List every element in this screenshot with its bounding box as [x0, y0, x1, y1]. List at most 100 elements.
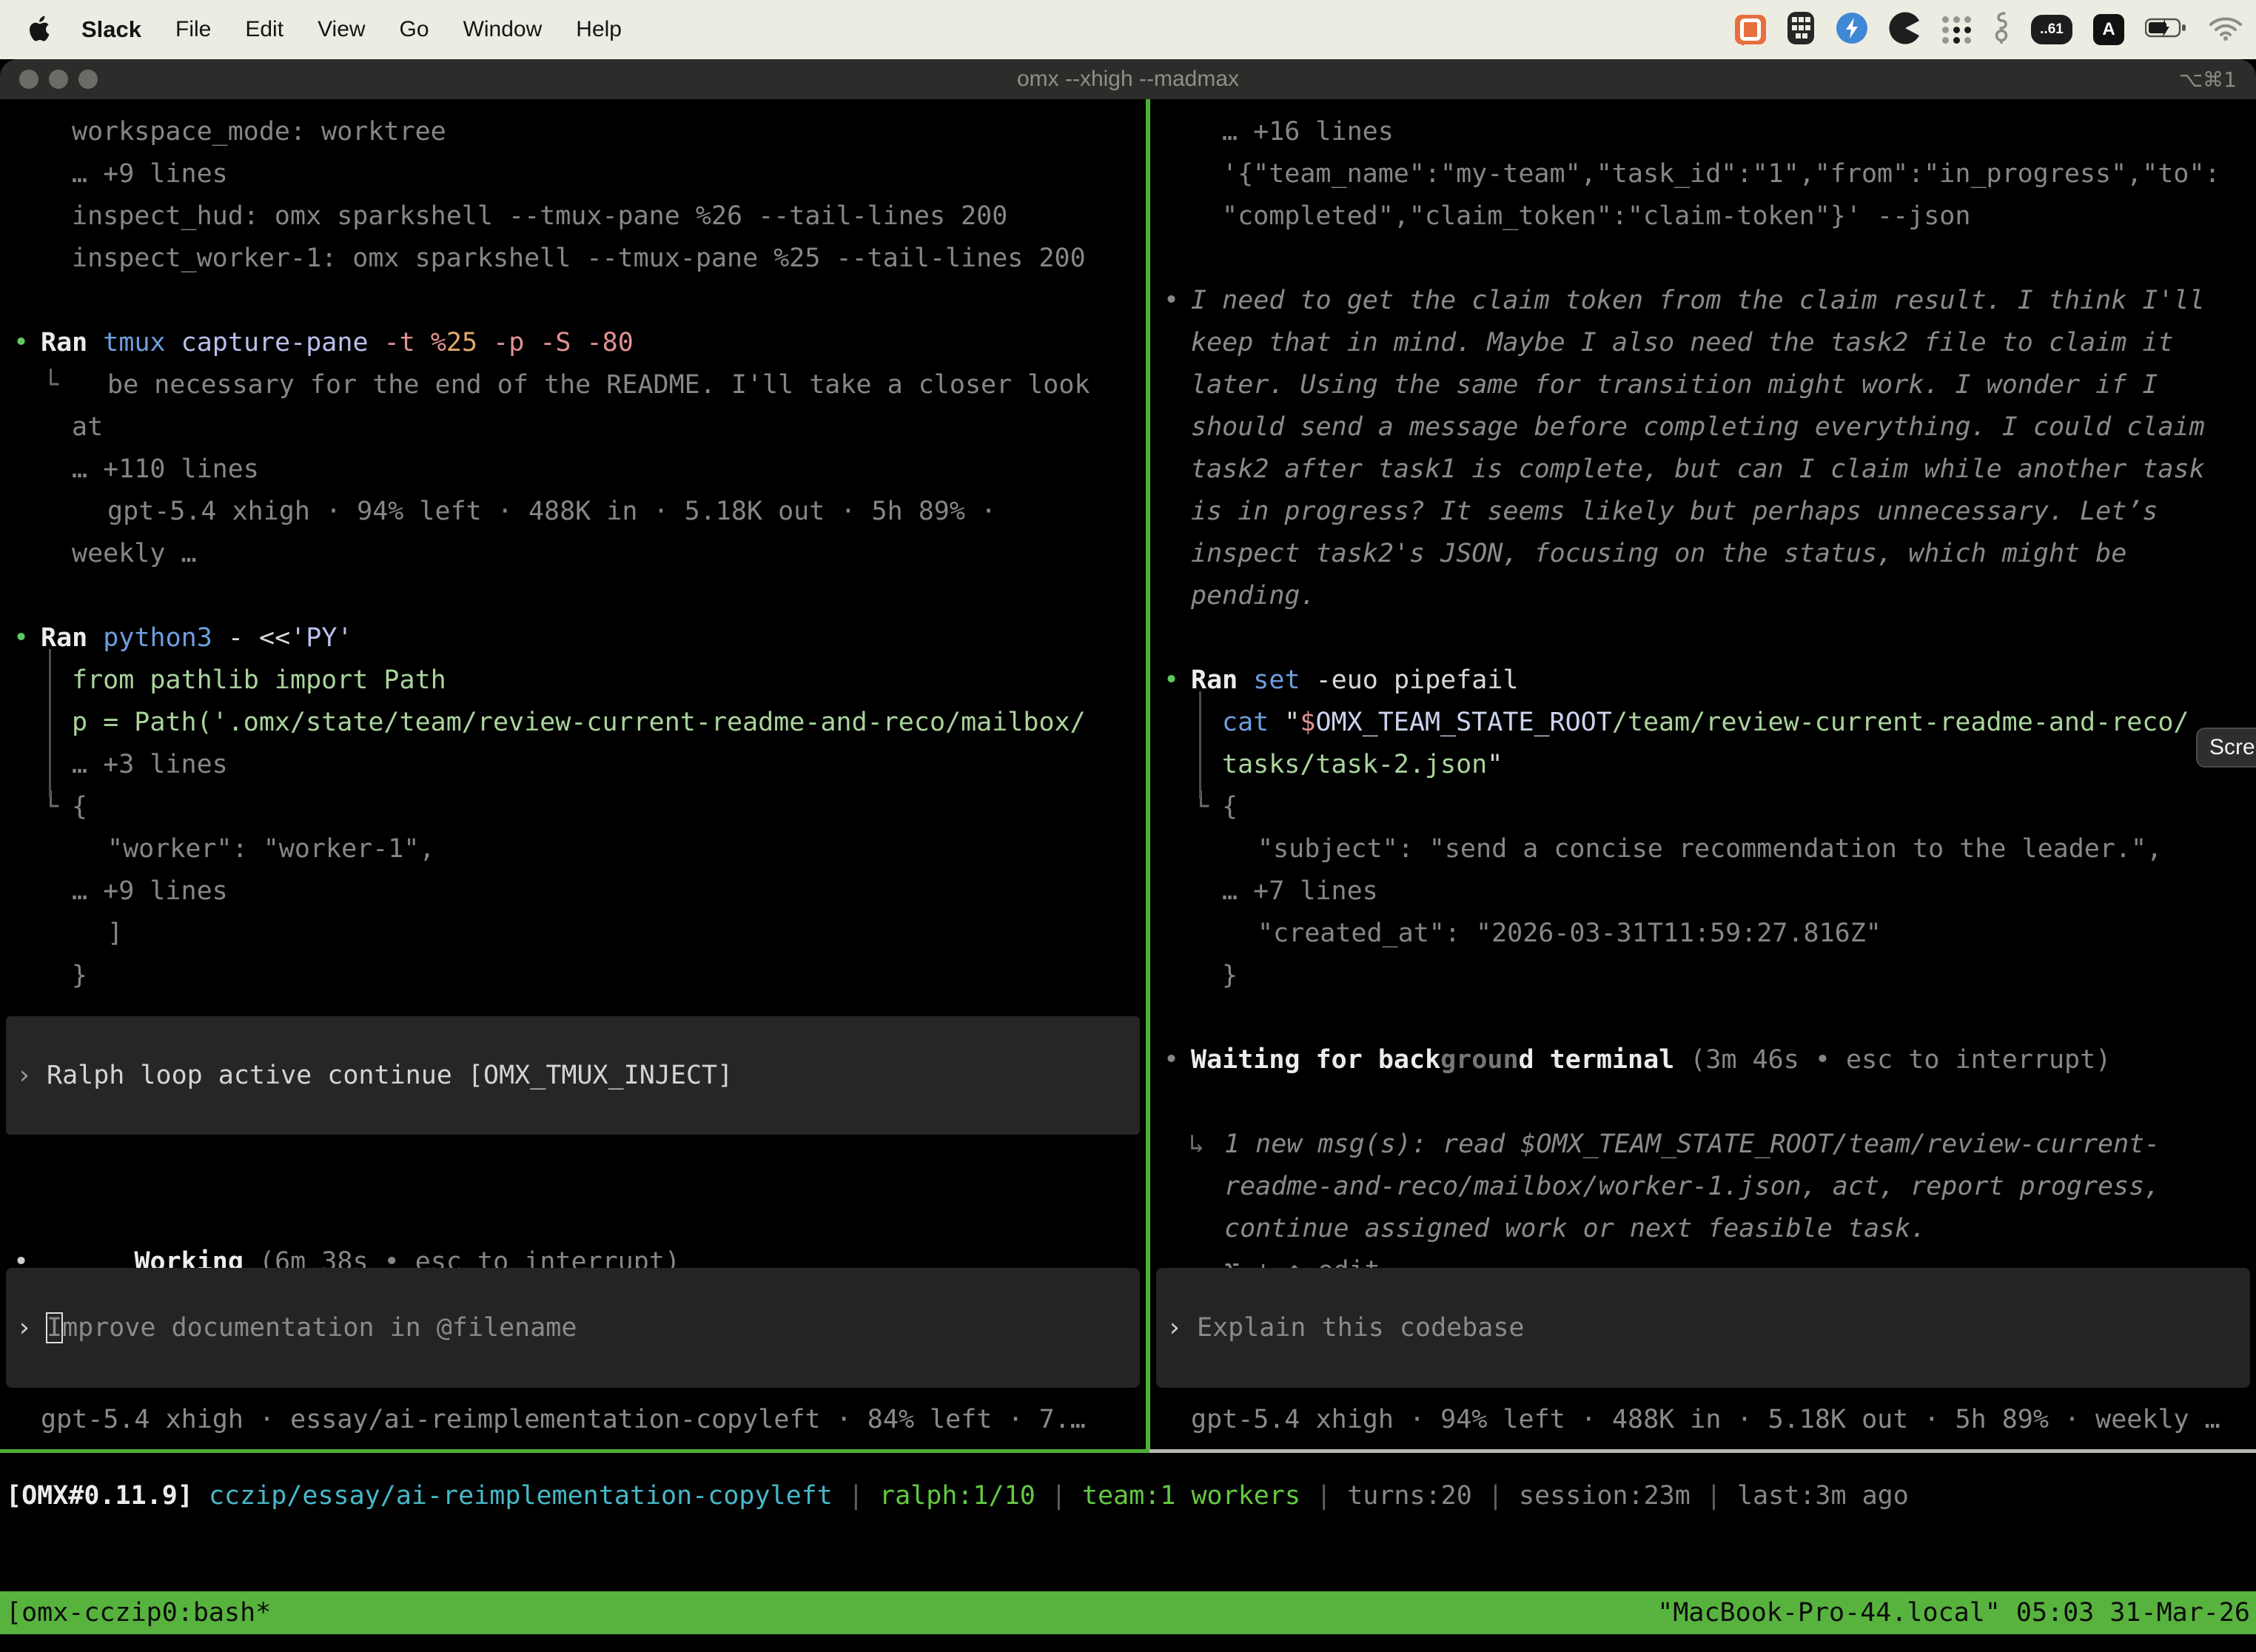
terminal-line: later. Using the same for transition mig… [1150, 364, 2256, 406]
text-run: | [1300, 1481, 1347, 1511]
text-run: weekly … [72, 539, 197, 568]
tmux-pane-right[interactable]: … +16 lines'{"team_name":"my-team","task… [1150, 99, 2256, 1449]
text-run: … +7 lines [1222, 876, 1378, 906]
battery-icon[interactable] [2145, 17, 2188, 43]
tmux-pane-left[interactable]: workspace_mode: worktree … +9 lines inspec… [0, 99, 1146, 1449]
text-run: "completed","claim_token":"claim-token"}… [1222, 201, 1970, 231]
terminal-line: task2 after task1 is complete, but can I… [1150, 449, 2256, 491]
terminal-line [0, 575, 1146, 617]
text-run: workspace_mode: worktree [72, 117, 446, 147]
keyboard-layout-icon[interactable]: A [2093, 14, 2124, 45]
text-run: at [72, 412, 103, 442]
terminal-line: inspect_worker-1: omx sparkshell --tmux-… [0, 238, 1146, 280]
shield-grid-icon[interactable] [1787, 11, 1815, 49]
wifi-icon[interactable] [2209, 16, 2243, 44]
blue-badge-icon[interactable] [1836, 12, 1868, 48]
terminal-line: … +9 lines [0, 870, 1146, 913]
text-run: $ [1300, 708, 1315, 737]
text-run: … +110 lines [72, 454, 259, 484]
text-run: { [1222, 792, 1238, 822]
status-bullet: • [1164, 280, 1179, 322]
text-run: 'PY' [290, 623, 352, 653]
terminal-line: keep that in mind. Maybe I also need the… [1150, 322, 2256, 364]
session-status-right: gpt-5.4 xhigh · 94% left · 488K in · 5.1… [1150, 1399, 2220, 1441]
input-placeholder: mprove documentation in @filename [62, 1313, 577, 1343]
text-run: groun [1440, 1045, 1518, 1075]
chat-app-icon[interactable] [1735, 15, 1766, 44]
terminal-line: •Ran python3 - <<'PY' [0, 617, 1146, 659]
text-run: task2 after task1 is complete, but can I… [1191, 454, 2205, 484]
window-shortcut-hint: ⌥⌘1 [2179, 67, 2237, 92]
text-run: cat [1222, 708, 1284, 737]
text-run: inspect task2's JSON, focusing on the st… [1191, 539, 2126, 568]
window-title: omx --xhigh --madmax [0, 67, 2256, 92]
menu-item-go[interactable]: Go [400, 17, 429, 42]
terminal-line: from pathlib import Path [0, 659, 1146, 702]
prompt-input-left[interactable]: ›Improve documentation in @filename [6, 1268, 1140, 1388]
tmux-session-label[interactable]: [omx-cczip0:bash* [0, 1591, 271, 1634]
text-cursor: I [47, 1313, 62, 1343]
text-run: -euo pipefail [1300, 665, 1519, 695]
text-run: … +16 lines [1222, 117, 1394, 147]
menu-bar: Slack File Edit View Go Window Help ..61 A [0, 0, 2256, 59]
omx-hud-status-line: [OMX#0.11.9] cczip/essay/ai-reimplementa… [0, 1453, 2256, 1517]
gutter-glyph: └ [43, 364, 58, 406]
menu-item-edit[interactable]: Edit [245, 17, 283, 42]
text-run: | [1035, 1481, 1082, 1511]
text-run: | [1691, 1481, 1737, 1511]
text-run: " [1487, 750, 1503, 779]
text-run: p = Path('.omx/state/team/review-current… [72, 708, 1086, 737]
menu-item-view[interactable]: View [318, 17, 365, 42]
chat-bubble-shape [1740, 19, 1761, 41]
terminal-line: •I need to get the claim token from the … [1150, 280, 2256, 322]
text-run: (3m 46s • esc to interrupt) [1674, 1045, 2111, 1075]
terminal-line: } [1150, 955, 2256, 997]
apple-menu-icon[interactable] [27, 15, 52, 44]
text-run: cczip/essay/ai-reimplementation-copyleft [209, 1481, 833, 1511]
text-run: - << [212, 623, 290, 653]
text-run: session:23m [1519, 1481, 1691, 1511]
dots-grid-icon[interactable] [1942, 16, 1972, 44]
prompt-input-right[interactable]: ›Explain this codebase [1156, 1268, 2250, 1388]
terminal-line [0, 280, 1146, 322]
terminal-line: "completed","claim_token":"claim-token"}… [1150, 195, 2256, 238]
terminal-line: inspect_hud: omx sparkshell --tmux-pane … [0, 195, 1146, 238]
badge-61[interactable]: ..61 [2031, 15, 2072, 44]
menu-items: File Edit View Go Window Help [175, 17, 622, 42]
text-run: pending. [1191, 581, 1316, 611]
text-run: readme-and-reco/mailbox/worker-1.json, a… [1224, 1172, 2160, 1201]
text-run: from pathlib import Path [72, 665, 446, 695]
terminal-line: •Ran set -euo pipefail [1150, 659, 2256, 702]
menu-item-window[interactable]: Window [463, 17, 543, 42]
prompt-chevron: › [6, 1313, 47, 1343]
dark-disc-icon[interactable] [1889, 12, 1921, 48]
text-run: " [1284, 708, 1300, 737]
text-run: { [72, 792, 87, 822]
text-run: inspect_hud: omx sparkshell --tmux-pane … [72, 201, 1007, 231]
queued-message-box: ›Ralph loop active continue [OMX_TMUX_IN… [6, 1016, 1140, 1135]
status-bullet: • [1164, 659, 1179, 702]
terminal-line: tasks/task-2.json" [1150, 744, 2256, 786]
text-run: | [1472, 1481, 1519, 1511]
terminal-line: ] [0, 913, 1146, 955]
pane-divider[interactable] [1146, 99, 1150, 1449]
text-run: team:1 workers [1082, 1481, 1300, 1511]
text-run: … +9 lines [72, 159, 228, 189]
squiggle-icon[interactable] [1993, 11, 2010, 49]
text-run: Waiting for back [1191, 1045, 1440, 1075]
terminal-line: should send a message before completing … [1150, 406, 2256, 449]
terminal-line: pending. [1150, 575, 2256, 617]
omx-hud-pane[interactable]: [OMX#0.11.9] cczip/essay/ai-reimplementa… [0, 1453, 2256, 1593]
app-menu-slack[interactable]: Slack [81, 16, 141, 43]
menu-item-help[interactable]: Help [576, 17, 622, 42]
text-run: … +3 lines [72, 750, 228, 779]
tooltip-label: Scre [2209, 735, 2255, 760]
terminal-line: ↳1 new msg(s): read $OMX_TEAM_STATE_ROOT… [1150, 1124, 2256, 1166]
terminal-line: •Waiting for background terminal (3m 46s… [1150, 1039, 2256, 1081]
window-title-bar[interactable]: omx --xhigh --madmax ⌥⌘1 [0, 59, 2256, 99]
terminal-line: is in progress? It seems likely but perh… [1150, 491, 2256, 533]
tree-connector-line [1199, 691, 1201, 799]
terminal-line: "worker": "worker-1", [0, 828, 1146, 870]
menu-item-file[interactable]: File [175, 17, 211, 42]
prompt-chevron: › [1156, 1313, 1197, 1343]
